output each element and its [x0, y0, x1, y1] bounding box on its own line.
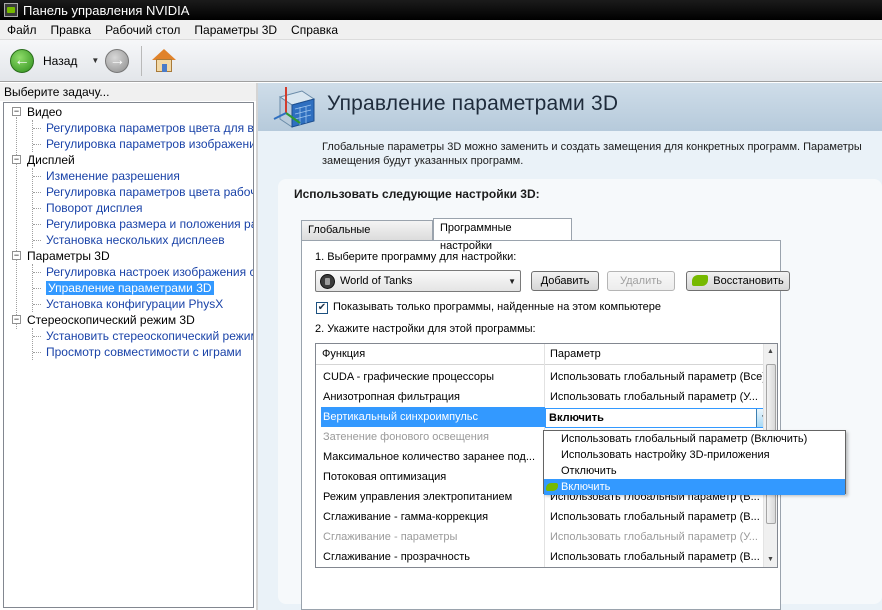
- grid-row-anisotropic[interactable]: Анизотропная фильтрация Использовать гло…: [316, 387, 763, 407]
- tree-item-multiple-displays[interactable]: Установка нескольких дисплеев: [46, 232, 225, 248]
- remove-button[interactable]: Удалить: [607, 271, 675, 291]
- title-bar: Панель управления NVIDIA: [0, 0, 882, 20]
- world-of-tanks-icon: [320, 273, 335, 289]
- tree-item-setup-stereo[interactable]: Установить стереоскопический режим 3: [46, 328, 253, 344]
- program-select[interactable]: World of Tanks ▼: [315, 270, 521, 292]
- grid-row-cuda[interactable]: CUDA - графические процессоры Использова…: [316, 367, 766, 387]
- task-pane-label: Выберите задачу...: [0, 83, 256, 101]
- back-history-dropdown-icon[interactable]: ▼: [91, 56, 99, 65]
- tree-item-desktop-size[interactable]: Регулировка размера и положения рабо: [46, 216, 253, 232]
- menu-file[interactable]: Файл: [0, 23, 44, 37]
- dropdown-option-off[interactable]: Отключить: [544, 463, 845, 479]
- toolbar-separator: [141, 45, 143, 76]
- vsync-dropdown-list: Использовать глобальный параметр (Включи…: [543, 430, 846, 495]
- header-feature[interactable]: Функция: [322, 344, 365, 365]
- back-button-label[interactable]: Назад: [43, 54, 77, 68]
- tree-item-manage-3d-settings[interactable]: Управление параметрами 3D: [46, 280, 214, 296]
- vsync-value-combo[interactable]: Включить ▼: [545, 408, 773, 428]
- menu-desktop[interactable]: Рабочий стол: [98, 23, 187, 37]
- dropdown-option-on[interactable]: Включить: [544, 479, 845, 495]
- task-tree: − Видео Регулировка параметров цвета для…: [3, 102, 254, 608]
- show-only-found-checkbox[interactable]: ✔: [316, 302, 328, 314]
- content-pane: Управление параметрами 3D Глобальные пар…: [258, 83, 882, 610]
- nvidia-logo-icon: [692, 275, 709, 286]
- grid-header: Функция Параметр: [316, 344, 763, 365]
- collapse-icon[interactable]: −: [12, 155, 21, 164]
- scroll-down-icon[interactable]: ▼: [767, 556, 774, 563]
- settings-card: Использовать следующие настройки 3D: Гло…: [278, 179, 882, 610]
- nvidia-app-icon: [4, 3, 18, 17]
- task-pane: Выберите задачу... − Видео Регулировка п…: [0, 83, 256, 610]
- tree-item-adjust-image-preview[interactable]: Регулировка настроек изображения с пр: [46, 264, 253, 280]
- tree-item-desktop-color[interactable]: Регулировка параметров цвета рабочег: [46, 184, 253, 200]
- tree-item-video-image[interactable]: Регулировка параметров изображения д: [46, 136, 253, 152]
- header-parameter[interactable]: Параметр: [550, 344, 601, 365]
- back-arrow-icon[interactable]: ←: [10, 48, 34, 73]
- restore-button[interactable]: Восстановить: [686, 271, 790, 291]
- show-only-found-label: Показывать только программы, найденные н…: [333, 301, 662, 313]
- home-icon[interactable]: [151, 48, 177, 74]
- program-settings-panel: 1. Выберите программу для настройки: Wor…: [301, 240, 790, 610]
- menu-3d-settings[interactable]: Параметры 3D: [187, 23, 284, 37]
- grid-row-aa-transparency[interactable]: Сглаживание - прозрачность Использовать …: [316, 547, 763, 567]
- grid-row-aa-gamma[interactable]: Сглаживание - гамма-коррекция Использова…: [316, 507, 763, 527]
- grid-row-aa-settings[interactable]: Сглаживание - параметры Использовать гло…: [316, 527, 763, 547]
- dropdown-option-use-global[interactable]: Использовать глобальный параметр (Включи…: [544, 431, 845, 447]
- collapse-icon[interactable]: −: [12, 251, 21, 260]
- chevron-down-icon: ▼: [508, 277, 516, 286]
- program-select-value: World of Tanks: [340, 275, 413, 287]
- menu-bar: Файл Правка Рабочий стол Параметры 3D Сп…: [0, 20, 882, 40]
- menu-help[interactable]: Справка: [284, 23, 345, 37]
- dropdown-option-use-app[interactable]: Использовать настройку 3D-приложения: [544, 447, 845, 463]
- section-title: Использовать следующие настройки 3D:: [294, 187, 540, 201]
- tab-program-settings[interactable]: Программные настройки: [433, 218, 572, 252]
- collapse-icon[interactable]: −: [12, 315, 21, 324]
- toolbar: ← Назад ▼ →: [0, 40, 882, 82]
- nvidia-logo-icon: [546, 483, 558, 491]
- menu-edit[interactable]: Правка: [44, 23, 99, 37]
- tab-global-settings[interactable]: Глобальные параметры: [301, 220, 433, 254]
- collapse-icon[interactable]: −: [12, 107, 21, 116]
- page-title: Управление параметрами 3D: [327, 92, 619, 115]
- add-button[interactable]: Добавить: [531, 271, 599, 291]
- tree-item-game-compatibility[interactable]: Просмотр совместимости с играми: [46, 344, 241, 360]
- tree-item-change-resolution[interactable]: Изменение разрешения: [46, 168, 180, 184]
- window-title: Панель управления NVIDIA: [23, 2, 190, 18]
- tree-item-physx-config[interactable]: Установка конфигурации PhysX: [46, 296, 223, 312]
- step2-label: 2. Укажите настройки для этой программы:: [315, 323, 536, 335]
- page-description: Глобальные параметры 3D можно заменить и…: [322, 141, 862, 167]
- tree-item-rotate-display[interactable]: Поворот дисплея: [46, 200, 143, 216]
- 3d-settings-icon: [273, 87, 316, 128]
- tree-item-video-color[interactable]: Регулировка параметров цвета для вид: [46, 120, 253, 136]
- scroll-up-icon[interactable]: ▲: [767, 348, 774, 355]
- forward-arrow-icon[interactable]: →: [105, 48, 130, 73]
- page-header: Управление параметрами 3D: [258, 83, 882, 131]
